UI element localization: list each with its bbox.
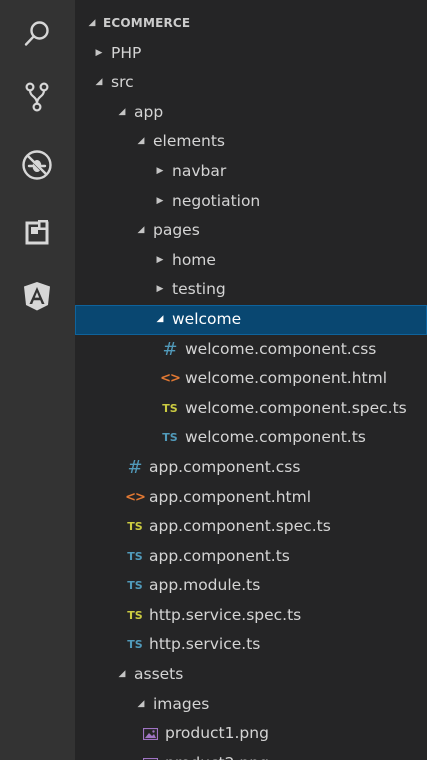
chevron-down-icon: ◢ xyxy=(156,313,164,324)
tree-file-app-component-ts[interactable]: TS app.component.ts xyxy=(75,542,427,572)
folder-label: negotiation xyxy=(172,191,261,210)
chevron-right-icon: ▶ xyxy=(156,195,164,206)
file-label: welcome.component.spec.ts xyxy=(185,398,407,417)
explorer-root-ecommerce[interactable]: ◢ ECOMMERCE xyxy=(75,9,427,39)
html-file-icon: <> xyxy=(160,371,181,387)
chevron-down-icon: ◢ xyxy=(137,225,145,236)
ts-spec-file-icon: TS xyxy=(162,401,178,415)
tree-folder-src[interactable]: ◢ src xyxy=(75,68,427,98)
chevron-right-icon: ▶ xyxy=(95,47,103,58)
extensions-icon[interactable] xyxy=(12,208,62,258)
folder-label: PHP xyxy=(111,43,142,62)
image-icon xyxy=(143,728,158,741)
chevron-down-icon: ◢ xyxy=(95,77,103,88)
folder-label: app xyxy=(134,102,164,121)
tree-folder-home[interactable]: ▶ home xyxy=(75,246,427,276)
search-icon[interactable] xyxy=(12,9,62,59)
file-label: http.service.spec.ts xyxy=(149,605,302,624)
css-file-icon: # xyxy=(162,338,178,360)
chevron-down-icon: ◢ xyxy=(137,136,145,147)
ts-file-icon: TS xyxy=(127,638,143,652)
tree-folder-pages[interactable]: ◢ pages xyxy=(75,216,427,246)
root-folder-label: ECOMMERCE xyxy=(103,16,191,30)
chevron-down-icon: ◢ xyxy=(118,669,126,680)
tree-file-welcome-component-css[interactable]: # welcome.component.css xyxy=(75,335,427,365)
tree-folder-testing[interactable]: ▶ testing xyxy=(75,275,427,305)
ts-spec-file-icon: TS xyxy=(127,608,143,622)
tree-file-product1-png[interactable]: product1.png xyxy=(75,719,427,749)
folder-label: images xyxy=(153,694,210,713)
ts-spec-file-icon: TS xyxy=(127,520,143,534)
chevron-down-icon: ◢ xyxy=(118,106,126,117)
file-label: welcome.component.ts xyxy=(185,428,366,447)
folder-label: home xyxy=(172,250,216,269)
ts-file-icon: TS xyxy=(127,579,143,593)
ts-file-icon: TS xyxy=(162,431,178,445)
file-label: app.module.ts xyxy=(149,576,261,595)
folder-label: navbar xyxy=(172,161,227,180)
tree-folder-assets[interactable]: ◢ assets xyxy=(75,660,427,690)
activity-bar xyxy=(0,0,75,760)
file-label: product1.png xyxy=(165,724,269,743)
file-label: http.service.ts xyxy=(149,635,261,654)
chevron-down-icon: ◢ xyxy=(137,698,145,709)
tree-file-product2-png[interactable]: product2.png xyxy=(75,749,427,760)
tree-file-app-component-spec-ts[interactable]: TS app.component.spec.ts xyxy=(75,512,427,542)
html-file-icon: <> xyxy=(125,489,146,505)
explorer-sidebar: ◢ ECOMMERCE ▶ PHP ◢ src ◢ app ◢ elements… xyxy=(75,0,427,760)
file-label: app.component.html xyxy=(149,487,312,506)
tree-folder-navbar[interactable]: ▶ navbar xyxy=(75,157,427,187)
tree-folder-images[interactable]: ◢ images xyxy=(75,690,427,720)
file-label: app.component.css xyxy=(149,457,301,476)
tree-file-welcome-component-html[interactable]: <> welcome.component.html xyxy=(75,364,427,394)
chevron-right-icon: ▶ xyxy=(156,254,164,265)
file-label: app.component.spec.ts xyxy=(149,517,331,536)
chevron-down-icon: ◢ xyxy=(88,18,96,28)
tree-folder-welcome[interactable]: ◢ welcome xyxy=(75,304,427,335)
tree-folder-php[interactable]: ▶ PHP xyxy=(75,39,427,69)
debug-icon[interactable] xyxy=(12,140,62,190)
file-label: app.component.ts xyxy=(149,546,290,565)
tree-file-http-service-ts[interactable]: TS http.service.ts xyxy=(75,630,427,660)
file-tree: ◢ ECOMMERCE ▶ PHP ◢ src ◢ app ◢ elements… xyxy=(75,9,427,760)
file-label: product2.png xyxy=(165,749,269,760)
source-control-icon[interactable] xyxy=(12,72,62,122)
chevron-right-icon: ▶ xyxy=(156,284,164,295)
vscode-window: ◢ ECOMMERCE ▶ PHP ◢ src ◢ app ◢ elements… xyxy=(0,0,427,760)
folder-label: elements xyxy=(153,132,225,151)
chevron-right-icon: ▶ xyxy=(156,165,164,176)
folder-label: assets xyxy=(134,665,184,684)
tree-folder-elements[interactable]: ◢ elements xyxy=(75,127,427,157)
folder-label: pages xyxy=(153,221,200,240)
folder-label: welcome xyxy=(172,309,242,328)
tree-file-app-component-css[interactable]: # app.component.css xyxy=(75,453,427,483)
tree-folder-negotiation[interactable]: ▶ negotiation xyxy=(75,187,427,217)
tree-file-welcome-component-spec-ts[interactable]: TS welcome.component.spec.ts xyxy=(75,394,427,424)
angular-icon[interactable] xyxy=(12,271,62,321)
file-label: welcome.component.html xyxy=(185,369,388,388)
tree-file-http-service-spec-ts[interactable]: TS http.service.spec.ts xyxy=(75,601,427,631)
tree-file-app-component-html[interactable]: <> app.component.html xyxy=(75,483,427,513)
folder-label: src xyxy=(111,73,134,92)
css-file-icon: # xyxy=(127,456,143,478)
file-label: welcome.component.css xyxy=(185,339,377,358)
ts-file-icon: TS xyxy=(127,549,143,563)
folder-label: testing xyxy=(172,280,226,299)
tree-file-welcome-component-ts[interactable]: TS welcome.component.ts xyxy=(75,423,427,453)
tree-file-app-module-ts[interactable]: TS app.module.ts xyxy=(75,571,427,601)
tree-folder-app[interactable]: ◢ app xyxy=(75,98,427,128)
